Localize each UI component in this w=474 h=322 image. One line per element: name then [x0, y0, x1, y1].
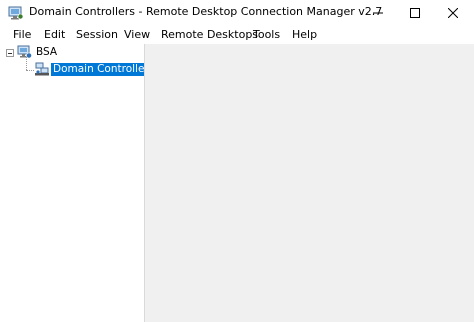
close-icon	[448, 8, 458, 18]
server-group-icon	[34, 62, 50, 77]
maximize-button[interactable]	[397, 0, 433, 26]
tree-node-label-selected[interactable]: Domain Controllers	[51, 63, 157, 76]
close-button[interactable]	[435, 0, 471, 26]
maximize-icon	[410, 8, 420, 18]
minimize-button[interactable]	[360, 0, 396, 26]
menu-bar: File Edit Session View Remote Desktops T…	[0, 26, 474, 44]
tree-node-label[interactable]: BSA	[34, 46, 59, 59]
menu-remote-desktops[interactable]: Remote Desktops	[161, 28, 258, 42]
tree-node-bsa[interactable]: BSA	[0, 45, 144, 60]
menu-tools[interactable]: Tools	[253, 28, 280, 42]
window-title: Domain Controllers - Remote Desktop Conn…	[29, 5, 383, 18]
tree-node-domain-controllers[interactable]: Domain Controllers	[0, 62, 157, 77]
tree-panel[interactable]: BSA Domain Controllers	[0, 44, 157, 322]
menu-session[interactable]: Session	[76, 28, 118, 42]
menu-view[interactable]: View	[124, 28, 150, 42]
minimize-icon	[373, 12, 383, 14]
collapse-toggle-icon[interactable]	[6, 49, 14, 57]
menu-file[interactable]: File	[13, 28, 31, 42]
rdcman-app-icon[interactable]	[8, 5, 24, 21]
app-window: Domain Controllers - Remote Desktop Conn…	[0, 0, 474, 322]
menu-help[interactable]: Help	[292, 28, 317, 42]
title-bar[interactable]: Domain Controllers - Remote Desktop Conn…	[0, 0, 474, 26]
file-group-icon	[17, 45, 33, 60]
content-panel[interactable]	[145, 44, 474, 322]
menu-edit[interactable]: Edit	[44, 28, 65, 42]
